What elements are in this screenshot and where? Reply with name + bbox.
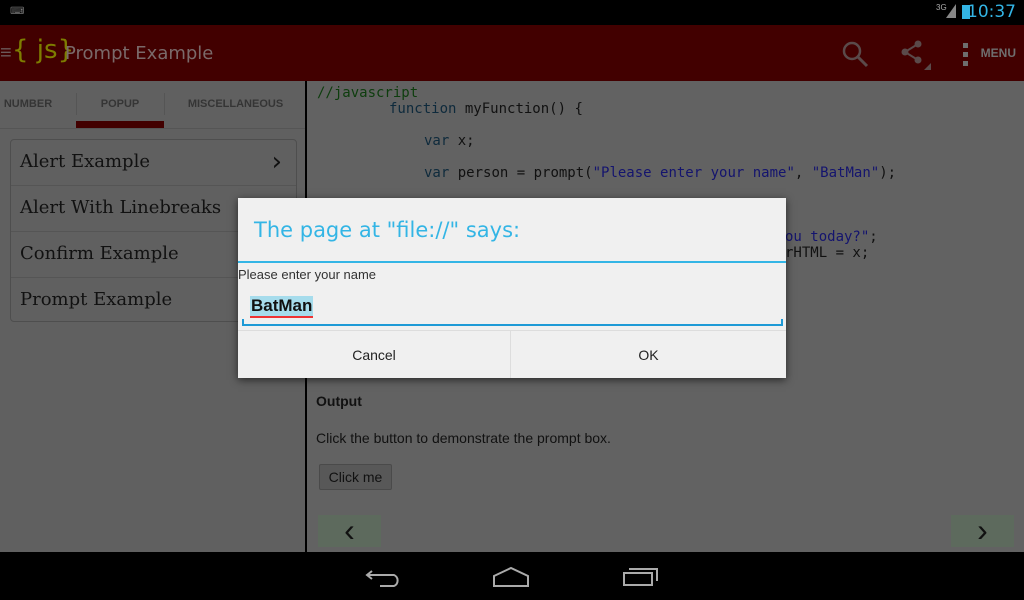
- prompt-dialog: The page at "file://" says: Please enter…: [238, 198, 786, 378]
- list-item-label: Alert Example: [20, 151, 150, 172]
- code-line: var person = prompt("Please enter your n…: [424, 165, 897, 181]
- list-item-label: Alert With Linebreaks: [20, 197, 222, 218]
- home-icon[interactable]: [492, 566, 532, 588]
- cancel-button[interactable]: Cancel: [238, 330, 511, 378]
- navigation-bar: [0, 552, 1024, 600]
- tab-miscellaneous[interactable]: MISCELLANEOUS: [165, 81, 306, 127]
- tab-number[interactable]: NUMBER: [0, 81, 56, 127]
- tab-indicator: [76, 121, 164, 128]
- chevron-right-icon: ›: [271, 147, 282, 177]
- recents-icon[interactable]: [622, 566, 662, 588]
- action-bar: ≡ { js} Prompt Example MENU: [0, 25, 1024, 81]
- keyboard-icon: ⌨: [10, 6, 25, 17]
- name-input[interactable]: BatMan: [242, 294, 783, 326]
- menu-button[interactable]: MENU: [981, 46, 1016, 60]
- back-icon[interactable]: [364, 566, 404, 588]
- overflow-icon[interactable]: [962, 43, 970, 67]
- code-line: var x;: [424, 133, 475, 149]
- clock: 10:37: [967, 2, 1016, 22]
- list-item-label: Prompt Example: [20, 289, 173, 310]
- list-item[interactable]: Alert Example ›: [11, 140, 296, 186]
- ok-button[interactable]: OK: [511, 330, 786, 378]
- name-input-value: BatMan: [250, 296, 314, 318]
- output-heading: Output: [316, 393, 362, 409]
- dialog-message: Please enter your name: [238, 267, 377, 282]
- list-item-label: Confirm Example: [20, 243, 179, 264]
- prev-button[interactable]: ‹: [318, 514, 381, 547]
- page-title: Prompt Example: [65, 43, 214, 64]
- code-line: rHTML = x;: [785, 245, 870, 261]
- code-comment: //javascript: [317, 85, 419, 101]
- click-me-button[interactable]: Click me: [319, 464, 392, 490]
- dialog-title-divider: [238, 261, 786, 263]
- search-icon[interactable]: [840, 39, 870, 69]
- code-line: ou today?";: [785, 229, 878, 245]
- drawer-icon[interactable]: ≡: [0, 42, 12, 65]
- signal-icon: [946, 4, 956, 18]
- output-text: Click the button to demonstrate the prom…: [316, 430, 611, 446]
- status-bar: ⌨ 3G 10:37: [0, 0, 1024, 25]
- dialog-title: The page at "file://" says:: [254, 218, 521, 242]
- code-line: function myFunction() {: [389, 101, 583, 117]
- next-button[interactable]: ›: [951, 514, 1014, 547]
- share-icon[interactable]: [900, 39, 932, 71]
